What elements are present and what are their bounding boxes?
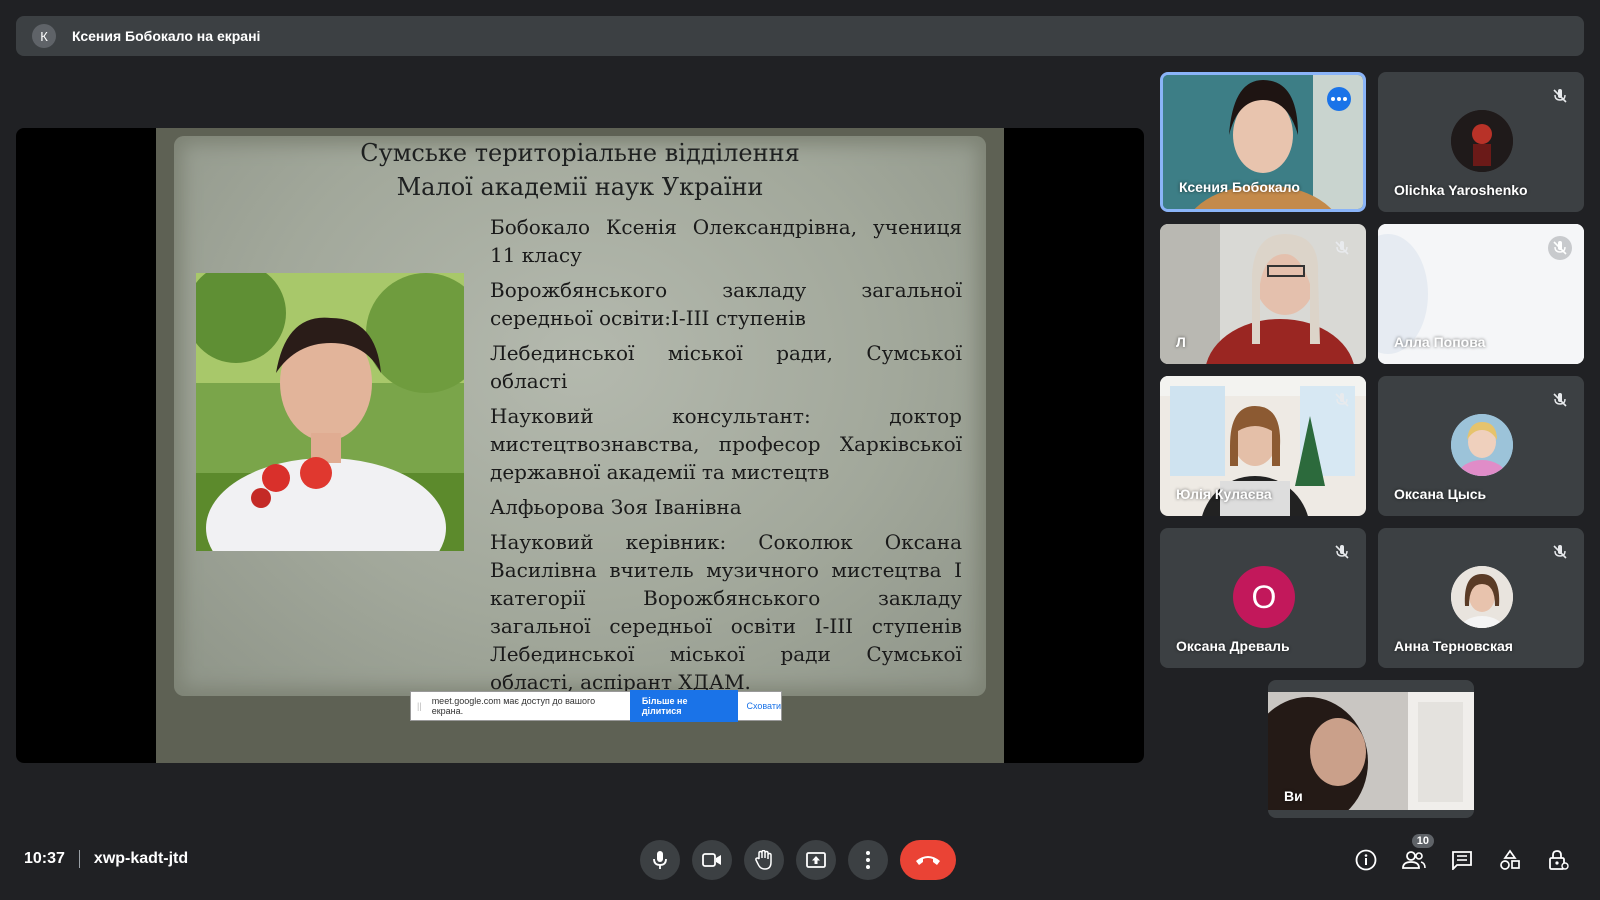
hang-up-icon	[916, 856, 940, 865]
participant-tile[interactable]: О Оксана Древаль	[1160, 528, 1366, 668]
share-message: meet.google.com має доступ до вашого екр…	[431, 696, 596, 716]
slide-body-text: Бобокало Ксенія Олександрівна, учениця 1…	[490, 213, 962, 703]
present-icon	[806, 852, 826, 868]
info-icon	[1355, 849, 1377, 871]
participant-name: Л	[1176, 334, 1186, 350]
mic-off-icon	[1330, 540, 1354, 564]
mic-off-icon	[1548, 236, 1572, 260]
slide-paragraph: Науковий керівник: Соколюк Оксана Василі…	[490, 530, 962, 694]
participant-name: Анна Терновская	[1394, 638, 1513, 654]
stop-sharing-button[interactable]: Більше не ділитися	[629, 690, 739, 722]
drag-handle-icon[interactable]: ||	[417, 701, 422, 711]
participant-initial: О	[1251, 578, 1277, 615]
participant-tile[interactable]: Юлія Кулаєва	[1160, 376, 1366, 516]
camera-button[interactable]	[692, 840, 732, 880]
hide-notice-button[interactable]: Сховати	[746, 701, 781, 711]
mic-off-icon	[1330, 388, 1354, 412]
presentation-stage: Сумське територіальне відділення Малої а…	[16, 128, 1144, 763]
participant-initial-avatar: О	[1233, 566, 1295, 628]
participant-name: Ксения Бобокало	[1179, 179, 1300, 195]
mic-off-icon	[1330, 236, 1354, 260]
leave-call-button[interactable]	[900, 840, 956, 880]
raise-hand-button[interactable]	[744, 840, 784, 880]
participant-name: Оксана Древаль	[1176, 638, 1290, 654]
hand-icon	[755, 850, 772, 870]
slide-heading-line2: Малої академії наук України	[396, 173, 764, 201]
participant-name: Алла Попова	[1394, 334, 1486, 350]
presenting-banner: К Ксения Бобокало на екрані	[16, 16, 1584, 56]
presenter-avatar: К	[32, 24, 56, 48]
slide-heading: Сумське територіальне відділення Малої а…	[156, 136, 1004, 204]
divider	[78, 850, 80, 868]
participant-tile[interactable]: Оксана Цысь	[1378, 376, 1584, 516]
self-name: Ви	[1284, 788, 1303, 804]
people-button[interactable]: 10	[1396, 834, 1434, 878]
slide-heading-line1: Сумське територіальне відділення	[360, 139, 800, 167]
slide-paragraph: Бобокало Ксенія Олександрівна, учениця 1…	[490, 215, 962, 267]
slide-paragraph: Алфьорова Зоя Іванівна	[490, 495, 742, 519]
host-controls-button[interactable]	[1540, 842, 1576, 878]
participant-count-badge: 10	[1411, 834, 1434, 848]
meeting-code: xwp-kadt-jtd	[93, 850, 189, 867]
shapes-icon	[1500, 849, 1520, 870]
microphone-icon	[653, 851, 667, 869]
people-icon	[1402, 851, 1426, 869]
more-options-icon[interactable]	[1327, 87, 1351, 111]
presenting-text: Ксения Бобокало на екрані	[72, 28, 261, 44]
participant-tile[interactable]: Л	[1160, 224, 1366, 364]
student-photo	[196, 273, 464, 551]
mic-off-icon	[1548, 84, 1572, 108]
slide-paragraph: Науковий консультант: доктор мистецтвозн…	[490, 404, 962, 484]
screen-share-notice: || meet.google.com має доступ до вашого …	[410, 690, 782, 722]
self-view-tile[interactable]: Ви	[1268, 680, 1474, 818]
camera-icon	[702, 853, 721, 867]
participant-name: Юлія Кулаєва	[1176, 486, 1272, 502]
mic-off-icon	[1548, 388, 1572, 412]
call-controls	[640, 840, 956, 880]
activities-button[interactable]	[1492, 842, 1528, 878]
slide-paragraph: Ворожбянського закладу загальної середнь…	[490, 278, 962, 330]
more-vert-icon	[866, 851, 870, 869]
participant-name: Оксана Цысь	[1394, 486, 1487, 502]
participant-tile[interactable]: Ксения Бобокало	[1160, 72, 1366, 212]
participant-tile[interactable]: Анна Терновская	[1378, 528, 1584, 668]
participant-avatar	[1451, 566, 1513, 628]
more-options-button[interactable]	[848, 840, 888, 880]
participant-name: Olichka Yaroshenko	[1394, 182, 1528, 198]
clock: 10:37	[24, 850, 65, 867]
participant-avatar	[1451, 414, 1513, 476]
participant-tile[interactable]: Алла Попова	[1378, 224, 1584, 364]
lock-person-icon	[1549, 850, 1569, 870]
chat-icon	[1452, 851, 1472, 870]
participant-avatar	[1451, 110, 1513, 172]
present-screen-button[interactable]	[796, 840, 836, 880]
slide-paragraph: Лебединської міської ради, Сумської обла…	[490, 341, 962, 393]
shared-slide: Сумське територіальне відділення Малої а…	[156, 128, 1004, 763]
participant-tile[interactable]: Olichka Yaroshenko	[1378, 72, 1584, 212]
meeting-info: 10:37 xwp-kadt-jtd	[24, 850, 188, 868]
microphone-button[interactable]	[640, 840, 680, 880]
mic-off-icon	[1548, 540, 1572, 564]
chat-button[interactable]	[1444, 842, 1480, 878]
side-panel-controls: 10	[1348, 834, 1588, 878]
meeting-details-button[interactable]	[1348, 842, 1384, 878]
